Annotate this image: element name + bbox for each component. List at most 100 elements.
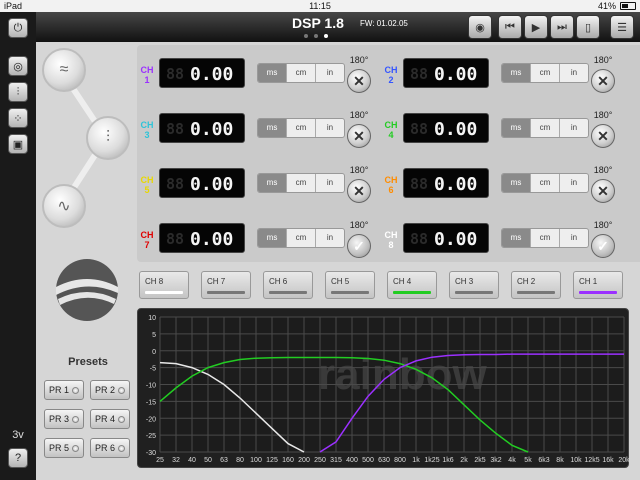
x-tick-label: 1k6 xyxy=(442,457,453,464)
unit-in[interactable]: in xyxy=(559,64,588,82)
channel-tab[interactable]: CH 1 xyxy=(573,271,623,299)
unit-ms[interactable]: ms xyxy=(502,119,530,137)
channel-row-5: CH 5 88 0.00 ms cm in 180° ✕ xyxy=(137,165,381,215)
battery-icon xyxy=(620,2,636,10)
preset-button[interactable]: PR 1 xyxy=(44,380,84,400)
next-track-button[interactable]: ⏭ xyxy=(550,15,574,39)
y-tick-label: -5 xyxy=(150,366,156,373)
unit-cm[interactable]: cm xyxy=(530,229,559,247)
phase-toggle-button[interactable]: ✕ xyxy=(347,179,371,203)
unit-ms[interactable]: ms xyxy=(258,229,286,247)
unit-ms[interactable]: ms xyxy=(258,119,286,137)
lcd-ghost-digits: 88 xyxy=(166,65,185,83)
preset-button[interactable]: PR 4 xyxy=(90,409,130,429)
disc-button[interactable]: ◉ xyxy=(468,15,492,39)
phase-toggle-button[interactable]: ✕ xyxy=(347,69,371,93)
preset-button[interactable]: PR 5 xyxy=(44,438,84,458)
unit-in[interactable]: in xyxy=(559,119,588,137)
channel-tab[interactable]: CH 7 xyxy=(201,271,251,299)
power-button[interactable]: ⏻ xyxy=(8,18,28,38)
delay-display[interactable]: 88 0.00 xyxy=(159,58,245,88)
channel-row-8: CH 8 88 0.00 ms cm in 180° ✓ xyxy=(381,220,625,270)
delay-display[interactable]: 88 0.00 xyxy=(159,223,245,253)
chip-button[interactable]: ▣ xyxy=(8,134,28,154)
page-dot-active[interactable] xyxy=(324,34,328,38)
delay-display[interactable]: 88 0.00 xyxy=(403,113,489,143)
channel-tab[interactable]: CH 8 xyxy=(139,271,189,299)
help-button[interactable]: ? xyxy=(8,448,28,468)
menu-button[interactable]: ☰ xyxy=(610,15,634,39)
unit-cm[interactable]: cm xyxy=(286,174,315,192)
delay-display[interactable]: 88 0.00 xyxy=(159,113,245,143)
unit-in[interactable]: in xyxy=(559,229,588,247)
equalizer-mode-button[interactable]: ⫶ xyxy=(86,116,130,160)
preset-button[interactable]: PR 3 xyxy=(44,409,84,429)
phase-toggle-button[interactable]: ✕ xyxy=(591,69,615,93)
channel-label-text: CH xyxy=(140,175,154,185)
x-tick-label: 800 xyxy=(394,457,406,464)
unit-ms[interactable]: ms xyxy=(258,64,286,82)
x-tick-label: 16k xyxy=(602,457,614,464)
phase-toggle-button[interactable]: ✕ xyxy=(591,179,615,203)
page-dot[interactable] xyxy=(304,34,308,38)
channel-number: 7 xyxy=(144,240,150,250)
unit-ms[interactable]: ms xyxy=(502,174,530,192)
channel-label-text: CH xyxy=(384,175,398,185)
unit-in[interactable]: in xyxy=(559,174,588,192)
battery-percent: 41% xyxy=(597,1,616,11)
channel-label: CH 4 xyxy=(382,120,400,140)
unit-in[interactable]: in xyxy=(315,119,344,137)
page-dot[interactable] xyxy=(314,34,318,38)
help-label: ? xyxy=(14,452,22,464)
channel-number: 5 xyxy=(144,185,150,195)
unit-in[interactable]: in xyxy=(315,64,344,82)
preset-button[interactable]: PR 6 xyxy=(90,438,130,458)
play-button[interactable]: ▶ xyxy=(524,15,548,39)
check-icon: ✓ xyxy=(353,237,365,254)
phase-label: 180° xyxy=(349,110,369,120)
ipod-button[interactable]: ▯ xyxy=(576,15,600,39)
channel-tab-label: CH 6 xyxy=(269,277,288,286)
previous-track-button[interactable]: ⏮ xyxy=(498,15,522,39)
unit-ms[interactable]: ms xyxy=(502,64,530,82)
unit-cm[interactable]: cm xyxy=(530,119,559,137)
x-tick-label: 8k xyxy=(556,457,564,464)
x-tick-label: 1k xyxy=(412,457,420,464)
delay-display[interactable]: 88 0.00 xyxy=(403,58,489,88)
speakers-button[interactable]: ⁘ xyxy=(8,108,28,128)
unit-cm[interactable]: cm xyxy=(286,64,315,82)
channel-label: CH 5 xyxy=(138,175,156,195)
unit-in[interactable]: in xyxy=(315,174,344,192)
phase-toggle-button[interactable]: ✕ xyxy=(591,124,615,148)
crossover-mode-button[interactable]: ≈ xyxy=(42,48,86,92)
phase-toggle-button[interactable]: ✓ xyxy=(347,234,371,258)
preset-button[interactable]: PR 2 xyxy=(90,380,130,400)
unit-ms[interactable]: ms xyxy=(502,229,530,247)
phase-toggle-button[interactable]: ✓ xyxy=(591,234,615,258)
channel-tab[interactable]: CH 6 xyxy=(263,271,313,299)
clock: 11:15 xyxy=(309,1,331,11)
channel-tab[interactable]: CH 3 xyxy=(449,271,499,299)
close-icon: ✕ xyxy=(353,182,365,199)
sliders-icon: ⫶ xyxy=(16,85,20,98)
unit-in[interactable]: in xyxy=(315,229,344,247)
unit-cm[interactable]: cm xyxy=(530,64,559,82)
mixer-button[interactable]: ⫶ xyxy=(8,82,28,102)
channel-tab[interactable]: CH 5 xyxy=(325,271,375,299)
phase-toggle-button[interactable]: ✕ xyxy=(347,124,371,148)
delay-display[interactable]: 88 0.00 xyxy=(403,168,489,198)
x-tick-label: 80 xyxy=(236,457,244,464)
filter-mode-button[interactable]: ∿ xyxy=(42,184,86,228)
channel-number: 8 xyxy=(388,240,394,250)
channel-tab[interactable]: CH 4 xyxy=(387,271,437,299)
channel-tab[interactable]: CH 2 xyxy=(511,271,561,299)
channel-tab-indicator xyxy=(331,291,369,294)
unit-cm[interactable]: cm xyxy=(286,119,315,137)
delay-display[interactable]: 88 0.00 xyxy=(159,168,245,198)
unit-ms[interactable]: ms xyxy=(258,174,286,192)
steering-wheel-button[interactable]: ◎ xyxy=(8,56,28,76)
x-tick-label: 2k5 xyxy=(474,457,485,464)
unit-cm[interactable]: cm xyxy=(530,174,559,192)
unit-cm[interactable]: cm xyxy=(286,229,315,247)
delay-display[interactable]: 88 0.00 xyxy=(403,223,489,253)
